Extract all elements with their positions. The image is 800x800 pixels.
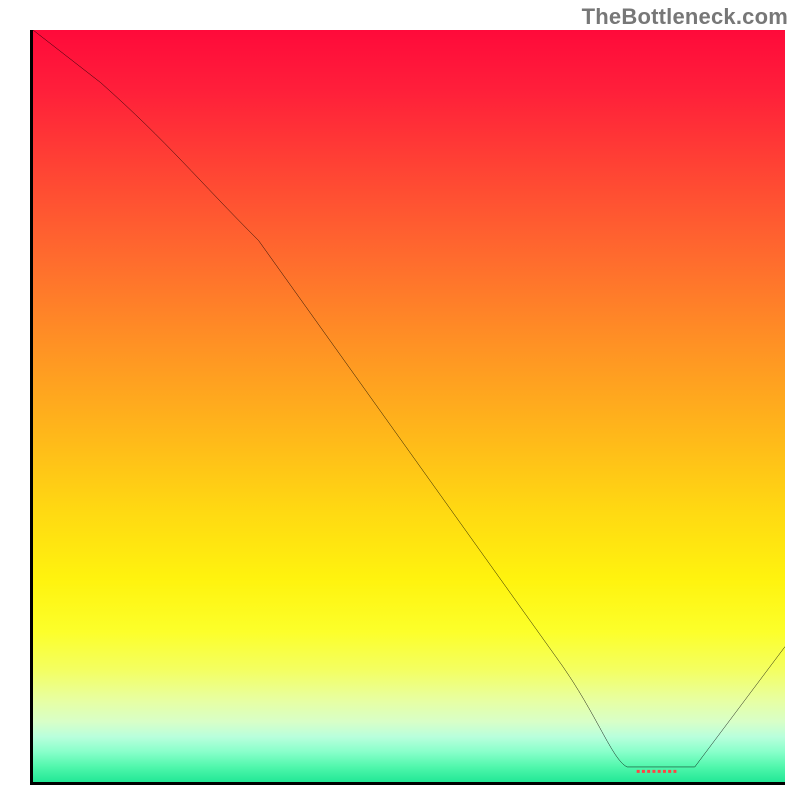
curve-svg	[33, 30, 785, 782]
bottleneck-curve	[33, 30, 785, 767]
optimal-marker: ▪▪▪▪▪▪▪▪	[636, 764, 678, 778]
chart-container: TheBottleneck.com ▪▪▪▪▪▪▪▪	[0, 0, 800, 800]
plot-area: ▪▪▪▪▪▪▪▪	[30, 30, 785, 785]
attribution-text: TheBottleneck.com	[582, 4, 788, 30]
